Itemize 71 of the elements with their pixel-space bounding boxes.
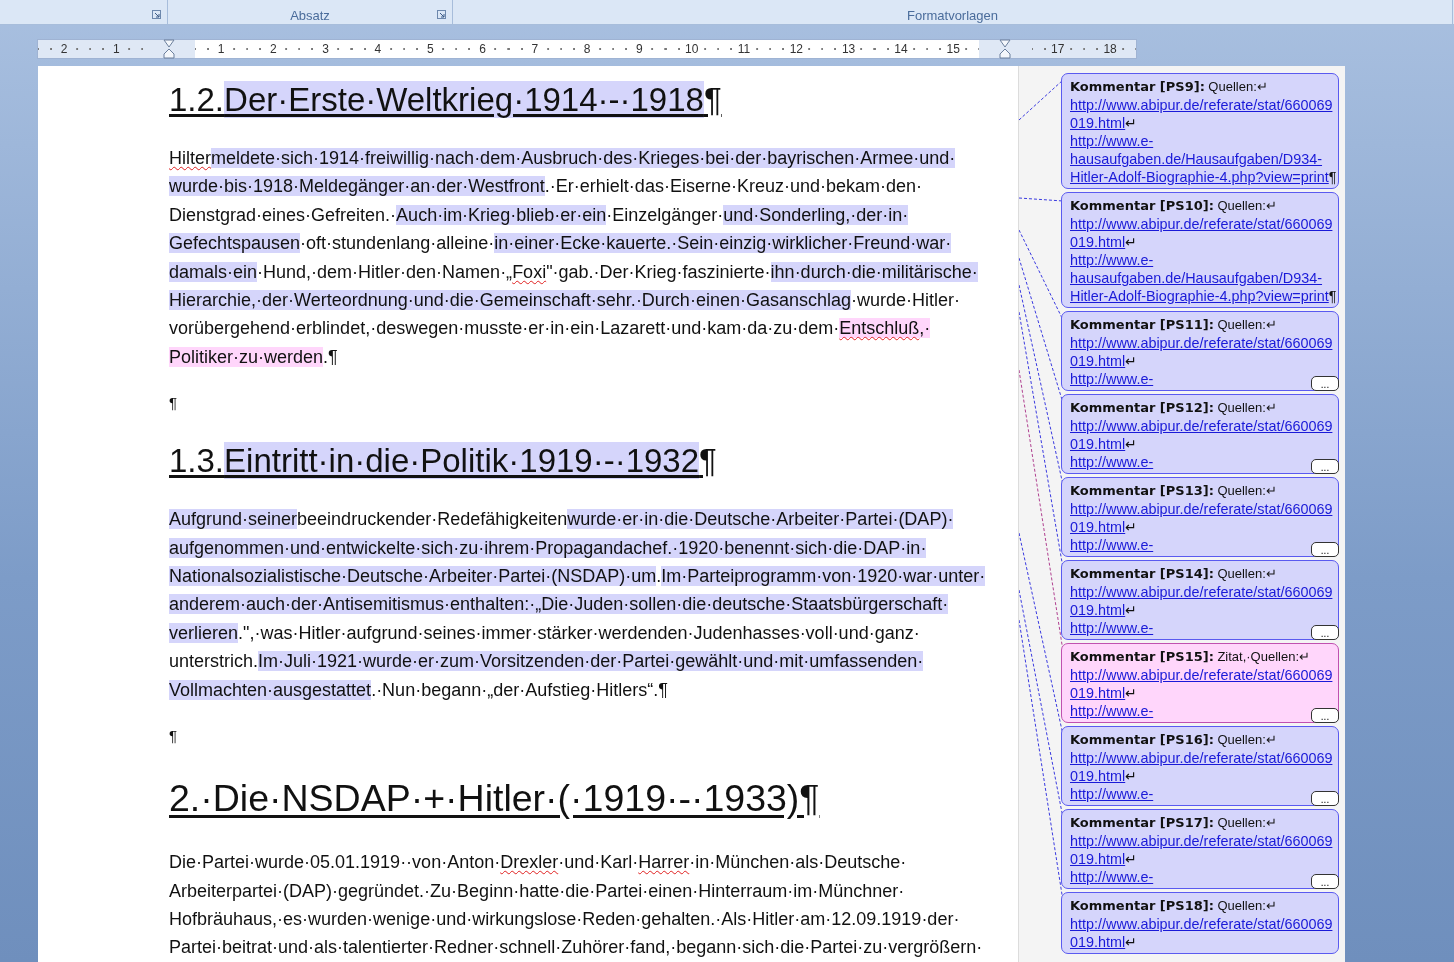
source-link[interactable]: http://www.e- [1070, 370, 1154, 388]
comment-text: Quellen:↵ [1217, 198, 1277, 213]
body-paragraph: Die·Partei·wurde·05.01.1919··von·Anton·Drexler·und·Karl·Harrer·in·München·als·Deutsche· Arbeiterpartei·(DAP)·gegründet.·Zu·Beginn·hatte·die·Partei·einen·Hinterraum·im·Münchner· Hofbräuhaus,·es·wurden·wenige·und·wirkungslose·Reden·gehalten.·Als·Hitler·am·12.09.1919·der· Partei·beitrat·und·als·talentierter·Redner·schnell·Zuhörer·fand,·begann·sich·die·Partei·zu·vergrößern· [169, 851, 983, 960]
comment-label: Kommentar [PS11]: [1070, 317, 1214, 332]
indent-marker-icon[interactable] [999, 39, 1012, 59]
source-link[interactable]: http://www.abipur.de/referate/stat/660069019.html↵ [1070, 583, 1337, 619]
body-paragraph: Aufgrund·seinerbeeindruckender·Redefähigkeitenwurde·er·in·die·Deutsche·Arbeiter·Partei·(DAP)· aufgenommen·und·entwickelte·sich·zu·ihrem·Propagandachef.·1920·benennt·sich·die·DAP·in· Nationalsozialistische·Deutsche·Arbeiter·Partei·(NSDAP)·um.Im·Parteiprogramm·von·1920·war·unter· anderem·auch·der·Antisemitismus·enthalten:·„Die·Juden·sollen·die·deutsche·Staatsbürgerschaft· verlieren.",·was·Hitler·aufgrund·seines·immer·stärker·werdenden·Judenhasses·voll·und·ganz· unterstrich.Im·Juli·1921·wurde·er·zum·Vorsitzenden·der·Partei·gewählt·und·mit·umfassenden· Vollmachten·ausgestattet.·Nun·begann·„der·Aufstieg·Hitlers“.¶ [169, 508, 986, 702]
comment-balloon[interactable]: Kommentar [PS10]: Quellen:↵ http://www.abipur.de/referate/stat/660069019.html↵ http://www.e-hausaufgaben.de/Hausaufgaben/D934-Hitler-Adolf-Biographie-4.php?view=print¶ [1061, 192, 1339, 308]
section-heading: 1.2.Der·Erste·Weltkrieg·1914·-·1918¶ [169, 80, 722, 120]
comment-label: Kommentar [PS16]: [1070, 732, 1214, 747]
expand-comment-button[interactable]: ... [1311, 625, 1339, 640]
source-link[interactable]: http://www.e- [1070, 702, 1154, 720]
source-link[interactable]: http://www.abipur.de/referate/stat/660069019.html↵ [1070, 334, 1337, 370]
comment-label: Kommentar [PS12]: [1070, 400, 1214, 415]
comment-label: Kommentar [PS13]: [1070, 483, 1214, 498]
comment-text: Quellen:↵ [1217, 400, 1277, 415]
chapter-heading: 2.·Die·NSDAP·+·Hitler·(·1919·-·1933)¶ [169, 776, 820, 822]
dialog-launcher-icon[interactable] [437, 10, 446, 19]
expand-comment-button[interactable]: ... [1311, 376, 1339, 391]
ribbon-group-label: Formatvorlagen [906, 9, 998, 23]
paragraph-mark: ¶ [169, 726, 178, 747]
comment-label: Kommentar [PS14]: [1070, 566, 1214, 581]
source-link[interactable]: http://www.abipur.de/referate/stat/660069019.html↵ [1070, 915, 1337, 951]
source-link[interactable]: http://www.abipur.de/referate/stat/660069019.html↵ [1070, 215, 1337, 251]
section-heading: 1.3.Eintritt·in·die·Politik·1919·-·1932¶ [169, 441, 717, 482]
comment-text: Quellen:↵ [1217, 815, 1277, 830]
ribbon-group-label: Absatz [290, 9, 330, 23]
expand-comment-button[interactable]: ... [1311, 791, 1339, 806]
source-link[interactable]: http://www.abipur.de/referate/stat/660069019.html↵ [1070, 96, 1337, 132]
comment-text: Quellen:↵ [1217, 483, 1277, 498]
source-link[interactable]: http://www.e- [1070, 868, 1154, 886]
source-link[interactable]: http://www.e- [1070, 619, 1154, 637]
comment-balloon[interactable]: Kommentar [PS14]: Quellen:↵ http://www.abipur.de/referate/stat/660069019.html↵ http://www.e- ... [1061, 560, 1339, 640]
comment-label: Kommentar [PS18]: [1070, 898, 1214, 913]
comment-balloon[interactable]: Kommentar [PS13]: Quellen:↵ http://www.abipur.de/referate/stat/660069019.html↵ http://www.e- ... [1061, 477, 1339, 557]
comment-text: Quellen:↵ [1217, 898, 1277, 913]
expand-comment-button[interactable]: ... [1311, 459, 1339, 474]
horizontal-ruler[interactable]: 2 1 1 2 3 4 5 6 7 8 9 10 11 12 13 14 15 17 18 [37, 39, 1138, 59]
comment-balloon[interactable]: Kommentar [PS15]: Zitat,·Quellen:↵ http://www.abipur.de/referate/stat/660069019.html↵ http://www.e- ... [1061, 643, 1339, 723]
comment-label: Kommentar [PS10]: [1070, 198, 1214, 213]
source-link[interactable]: http://www.e-hausaufgaben.de/Hausaufgaben/D934-Hitler-Adolf-Biographie-4.php?view=print¶ [1070, 132, 1337, 186]
comment-balloon[interactable]: Kommentar [PS17]: Quellen:↵ http://www.abipur.de/referate/stat/660069019.html↵ http://www.e- ... [1061, 809, 1339, 889]
source-link[interactable]: http://www.e- [1070, 453, 1154, 471]
expand-comment-button[interactable]: ... [1311, 542, 1339, 557]
comment-balloon[interactable]: Kommentar [PS16]: Quellen:↵ http://www.abipur.de/referate/stat/660069019.html↵ http://www.e- ... [1061, 726, 1339, 806]
comment-text: Quellen:↵ [1217, 566, 1277, 581]
expand-comment-button[interactable]: ... [1311, 708, 1339, 723]
expand-comment-button[interactable]: ... [1311, 874, 1339, 889]
comment-text: Quellen:↵ [1208, 79, 1268, 94]
source-link[interactable]: http://www.abipur.de/referate/stat/660069019.html↵ [1070, 500, 1337, 536]
source-link[interactable]: http://www.abipur.de/referate/stat/660069019.html↵ [1070, 417, 1337, 453]
source-link[interactable]: http://www.e- [1070, 536, 1154, 554]
comment-text: Zitat,·Quellen:↵ [1217, 649, 1311, 664]
comment-balloon[interactable]: Kommentar [PS18]: Quellen:↵ http://www.abipur.de/referate/stat/660069019.html↵ [1061, 892, 1339, 954]
paragraph-mark: ¶ [169, 393, 178, 414]
body-paragraph: Hiltermeldete·sich·1914·freiwillig·nach·dem·Ausbruch·des·Krieges·bei·der·bayrischen·Armee·und· wurde·bis·1918·Meldegänger·an·der·Westfront.·Er·erhielt·das·Eiserne·Kreuz·und·bekam·den· Dienstgrad·eines·Gefreiten.·Auch·im·Krieg·blieb·er·ein·Einzelgänger·und·Sonderling,·der·in· Gefechtspausen·oft·stundenlang·alleine·in·einer·Ecke·kauerte.·Sein·einzig·wirklicher·Freund·war· damals·ein·Hund,·dem·Hitler·den·Namen·„Foxi"·gab.·Der·Krieg·faszinierte·ihn·durch·die·militärische· Hierarchie,·der·Werteordnung·und·die·Gemeinschaft·sehr.·Durch·einen·Gasanschlag·wurde·Hitler· vorübergehend·erblindet,·deswegen·musste·er·in·ein·Lazarett·und·kam·da·zu·dem·Entschluß,· Politiker·zu·werden.¶ [169, 147, 978, 369]
comment-text: Quellen:↵ [1217, 317, 1277, 332]
source-link[interactable]: http://www.e- [1070, 785, 1154, 803]
comment-text: Quellen:↵ [1217, 732, 1277, 747]
dialog-launcher-icon[interactable] [152, 10, 161, 19]
source-link[interactable]: http://www.abipur.de/referate/stat/660069019.html↵ [1070, 832, 1337, 868]
indent-marker-icon[interactable] [162, 39, 175, 59]
source-link[interactable]: http://www.abipur.de/referate/stat/660069019.html↵ [1070, 749, 1337, 785]
comment-label: Kommentar [PS9]: [1070, 79, 1205, 94]
source-link[interactable]: http://www.abipur.de/referate/stat/660069019.html↵ [1070, 666, 1337, 702]
comment-label: Kommentar [PS15]: [1070, 649, 1214, 664]
comment-balloon[interactable]: Kommentar [PS12]: Quellen:↵ http://www.abipur.de/referate/stat/660069019.html↵ http://www.e- ... [1061, 394, 1339, 474]
comment-balloon[interactable]: Kommentar [PS9]: Quellen:↵ http://www.abipur.de/referate/stat/660069019.html↵ http://www.e-hausaufgaben.de/Hausaufgaben/D934-Hitler-Adolf-Biographie-4.php?view=print¶ [1061, 73, 1339, 189]
source-link[interactable]: http://www.e-hausaufgaben.de/Hausaufgaben/D934-Hitler-Adolf-Biographie-4.php?view=print¶ [1070, 251, 1337, 305]
comment-label: Kommentar [PS17]: [1070, 815, 1214, 830]
comment-balloon[interactable]: Kommentar [PS11]: Quellen:↵ http://www.abipur.de/referate/stat/660069019.html↵ http://www.e- ... [1061, 311, 1339, 391]
